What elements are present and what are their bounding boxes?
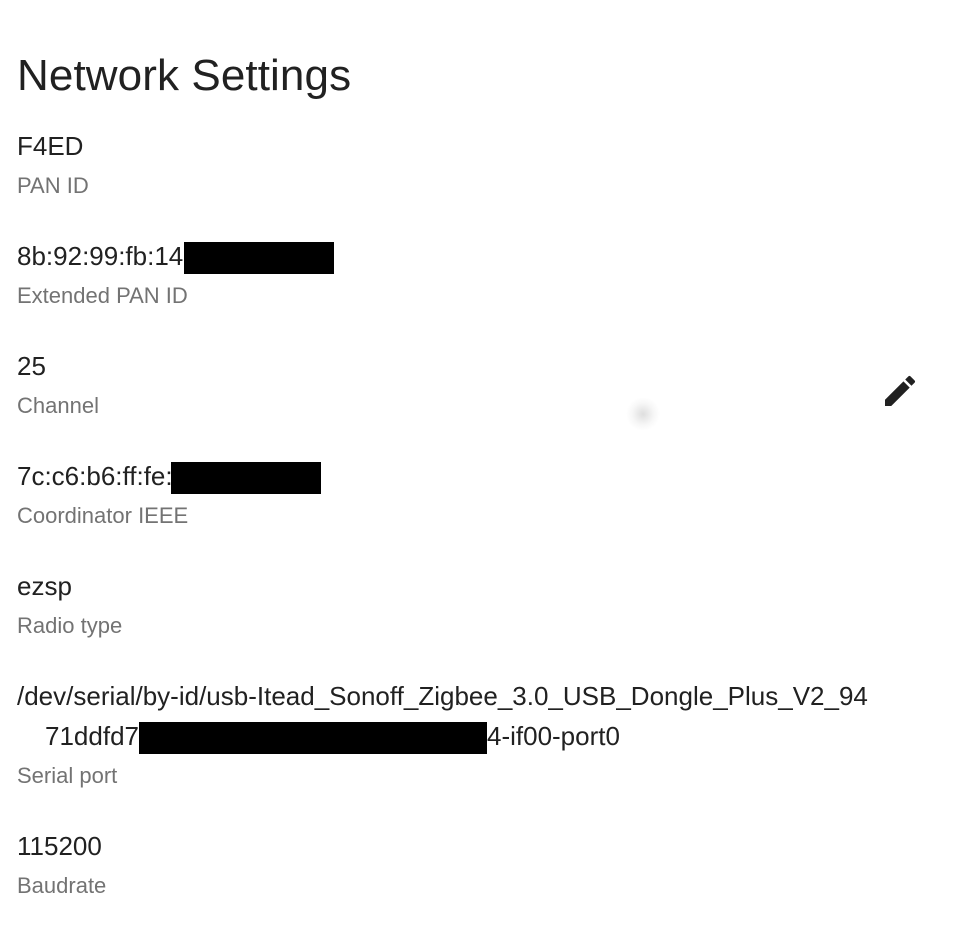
- setting-radio-type: ezsp Radio type: [17, 566, 923, 641]
- setting-serial-port: /dev/serial/by-id/usb-Itead_Sonoff_Zigbe…: [17, 676, 923, 791]
- setting-channel: 25 Channel: [17, 346, 923, 421]
- coordinator-ieee-visible: 7c:c6:b6:ff:fe:: [17, 461, 173, 491]
- coordinator-ieee-label: Coordinator IEEE: [17, 503, 189, 528]
- serial-port-value-line2: 71ddfd7 4-if00-port0: [17, 716, 923, 756]
- channel-value: 25: [17, 351, 46, 381]
- edit-button[interactable]: [872, 363, 928, 419]
- coordinator-ieee-value: 7c:c6:b6:ff:fe:: [17, 456, 923, 496]
- extended-pan-id-visible: 8b:92:99:fb:14:: [17, 241, 191, 271]
- radio-type-value: ezsp: [17, 571, 72, 601]
- baudrate-value: 115200: [17, 831, 102, 861]
- edit-icon: [885, 375, 916, 406]
- setting-pan-id: F4ED PAN ID: [17, 126, 923, 201]
- channel-label: Channel: [17, 393, 99, 418]
- serial-port-line2-prefix: 71ddfd7: [45, 721, 139, 751]
- extended-pan-id-label: Extended PAN ID: [17, 283, 188, 308]
- page-title: Network Settings: [17, 51, 352, 101]
- image-artifact: [625, 398, 661, 430]
- setting-coordinator-ieee: 7c:c6:b6:ff:fe: Coordinator IEEE: [17, 456, 923, 531]
- redaction-block: [170, 462, 321, 495]
- setting-extended-pan-id: 8b:92:99:fb:14: Extended PAN ID: [17, 236, 923, 311]
- pan-id-value: F4ED: [17, 131, 84, 161]
- extended-pan-id-value: 8b:92:99:fb:14:: [17, 236, 923, 276]
- serial-port-line2-suffix: 4-if00-port0: [486, 721, 620, 751]
- redaction-block: [138, 722, 487, 755]
- serial-port-value-line1: /dev/serial/by-id/usb-Itead_Sonoff_Zigbe…: [17, 681, 868, 711]
- redaction-block: [184, 242, 335, 275]
- baudrate-label: Baudrate: [17, 873, 107, 898]
- pan-id-label: PAN ID: [17, 173, 89, 198]
- setting-baudrate: 115200 Baudrate: [17, 826, 923, 901]
- radio-type-label: Radio type: [17, 613, 123, 638]
- serial-port-label: Serial port: [17, 763, 118, 788]
